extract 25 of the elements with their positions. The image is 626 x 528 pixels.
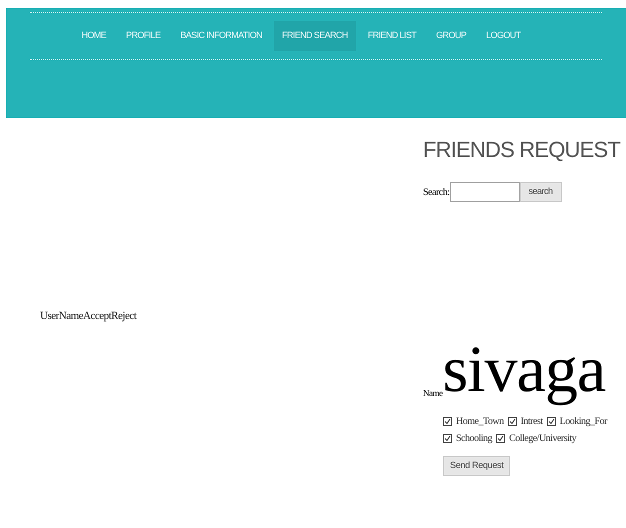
- checkbox[interactable]: [443, 434, 452, 443]
- checkbox-label: College/University: [509, 432, 576, 446]
- nav-link[interactable]: PROFILE: [118, 21, 168, 50]
- nav-link[interactable]: FRIEND SEARCH: [274, 21, 356, 50]
- checkbox-label: Home_Town: [456, 415, 504, 429]
- checkbox[interactable]: [508, 417, 517, 426]
- nav-link[interactable]: BASIC INFORMATION: [172, 21, 270, 50]
- nav-link[interactable]: HOME: [73, 21, 114, 50]
- checkbox-label: Looking_For: [560, 415, 607, 429]
- checkbox-label: Schooling: [456, 432, 492, 446]
- search-button[interactable]: search: [520, 182, 562, 202]
- checkbox[interactable]: [496, 434, 506, 443]
- page-title: FRIENDS REQUEST: [423, 136, 622, 164]
- search-label: Search:: [423, 186, 450, 200]
- name-value: sivaga: [442, 332, 606, 408]
- nav-link[interactable]: GROUP: [428, 21, 474, 50]
- checkbox[interactable]: [443, 417, 452, 426]
- send-request-button[interactable]: Send Request: [443, 456, 510, 476]
- nav-link[interactable]: LOGOUT: [478, 21, 529, 50]
- checkbox-label: Intrest: [520, 415, 543, 429]
- search-field[interactable]: [450, 182, 520, 202]
- table-header: UserNameAcceptReject: [40, 310, 136, 322]
- name-label: Name: [423, 386, 442, 400]
- nav-link[interactable]: FRIEND LIST: [360, 21, 424, 50]
- checkbox[interactable]: [546, 417, 556, 426]
